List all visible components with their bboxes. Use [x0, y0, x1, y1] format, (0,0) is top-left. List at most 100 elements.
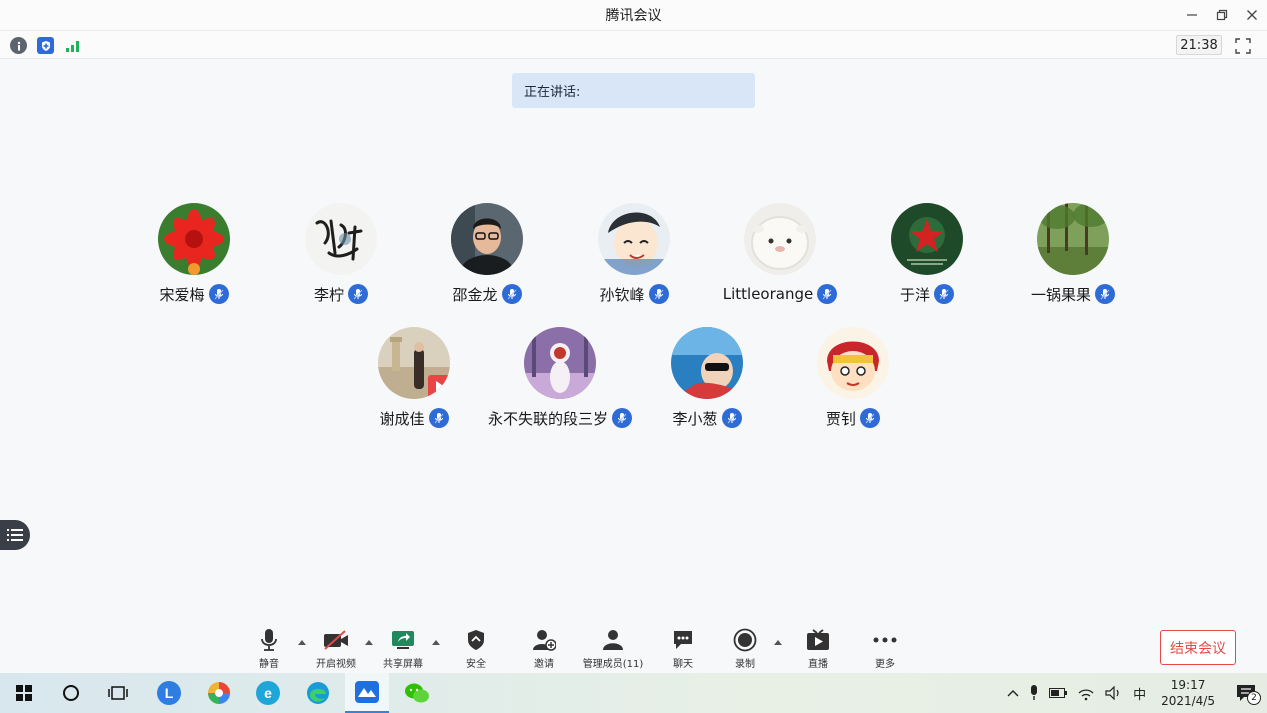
- taskbar-app-edge[interactable]: [296, 673, 340, 713]
- restore-button[interactable]: [1207, 0, 1237, 30]
- notification-center-button[interactable]: 2: [1225, 673, 1267, 713]
- meeting-info-icon[interactable]: [10, 37, 27, 54]
- volume-button[interactable]: [1100, 673, 1128, 713]
- fullscreen-icon: [1235, 38, 1251, 54]
- participant-name: Littleorange: [722, 285, 814, 303]
- participant-tile[interactable]: Littleorange: [705, 203, 855, 305]
- participant-tile[interactable]: 李小葱: [632, 327, 782, 429]
- fullscreen-button[interactable]: [1234, 37, 1252, 55]
- show-hidden-icons-button[interactable]: [1002, 673, 1024, 713]
- avatar: [305, 203, 377, 275]
- microphone-icon: [817, 284, 838, 304]
- microphone-icon: [612, 408, 632, 428]
- shield-icon[interactable]: [37, 37, 54, 54]
- start-video-button[interactable]: 开启视频: [301, 628, 371, 670]
- participant-name: 宋爱梅: [159, 285, 205, 304]
- system-tray: 中 19:17 2021/4/5 2: [1002, 673, 1267, 713]
- participant-tile[interactable]: 谢成佳: [339, 327, 489, 429]
- avatar: [671, 327, 743, 399]
- taskbar-app-lenovo[interactable]: L: [147, 673, 191, 713]
- participant-tile[interactable]: 孙钦峰: [559, 203, 709, 305]
- microphone-icon: [428, 408, 449, 428]
- manage-members-button[interactable]: 管理成员(11): [578, 628, 648, 670]
- microphone-icon: [501, 284, 522, 304]
- participant-name: 永不失联的段三岁: [487, 409, 608, 428]
- share-screen-button[interactable]: 共享屏幕: [368, 628, 438, 670]
- mic-tray-button[interactable]: [1024, 673, 1044, 713]
- mute-button[interactable]: 静音: [234, 628, 304, 670]
- clock-date: 2021/4/5: [1161, 694, 1215, 708]
- live-icon: [805, 628, 831, 652]
- avatar: [1037, 203, 1109, 275]
- title-bar: 腾讯会议: [0, 0, 1267, 30]
- security-button[interactable]: 安全: [441, 628, 511, 670]
- speaking-indicator: 正在讲话:: [512, 73, 755, 108]
- security-label: 安全: [466, 659, 486, 670]
- start-button[interactable]: [2, 673, 46, 713]
- notification-count-badge: 2: [1247, 691, 1261, 705]
- minimize-button[interactable]: [1177, 0, 1207, 30]
- chat-button[interactable]: 聊天: [648, 628, 718, 670]
- members-icon: [600, 628, 626, 652]
- taskbar-app-tencent-meeting[interactable]: [345, 673, 389, 713]
- window-controls: [1177, 0, 1267, 30]
- close-icon: [1247, 10, 1257, 20]
- avatar: [817, 327, 889, 399]
- live-stream-label: 直播: [808, 659, 828, 670]
- edge-browser-icon: [307, 682, 329, 704]
- windows-logo-icon: [16, 685, 32, 701]
- taskbar-app-wechat[interactable]: [395, 673, 439, 713]
- browser-e-icon: e: [256, 681, 280, 705]
- participant-tile[interactable]: 永不失联的段三岁: [485, 327, 635, 429]
- close-button[interactable]: [1237, 0, 1267, 30]
- record-button[interactable]: 录制: [710, 628, 780, 670]
- network-signal-icon[interactable]: [64, 37, 81, 54]
- microphone-icon: [721, 408, 742, 428]
- clock[interactable]: 19:17 2021/4/5: [1151, 677, 1225, 709]
- taskbar-app-photos[interactable]: [197, 673, 241, 713]
- end-meeting-button[interactable]: 结束会议: [1160, 630, 1236, 665]
- participant-tile[interactable]: 贾钊: [778, 327, 928, 429]
- microphone-icon: [256, 628, 282, 652]
- network-button[interactable]: [1072, 673, 1100, 713]
- participant-tile[interactable]: 一锅果果: [998, 203, 1148, 305]
- participant-list-toggle[interactable]: [0, 520, 30, 550]
- avatar: [524, 327, 596, 399]
- avatar: [451, 203, 523, 275]
- invite-button[interactable]: 邀请: [509, 628, 579, 670]
- input-method-button[interactable]: 中: [1128, 673, 1151, 713]
- avatar: [378, 327, 450, 399]
- microphone-icon: [1095, 284, 1115, 304]
- restore-icon: [1216, 9, 1228, 21]
- invite-label: 邀请: [534, 659, 554, 670]
- microphone-icon: [860, 408, 880, 428]
- avatar: [891, 203, 963, 275]
- avatar: [744, 203, 816, 275]
- share-options-caret[interactable]: [431, 638, 441, 646]
- participant-tile[interactable]: 宋爱梅: [119, 203, 269, 305]
- mute-label: 静音: [259, 659, 279, 670]
- avatar: [158, 203, 230, 275]
- search-button[interactable]: [49, 673, 93, 713]
- participant-tile[interactable]: 李柠: [266, 203, 416, 305]
- taskbar: L e 中 19:17 2021/4/5 2: [0, 673, 1267, 713]
- taskbar-app-ie[interactable]: e: [246, 673, 290, 713]
- chevron-up-icon: [1007, 690, 1019, 697]
- participant-tile[interactable]: 邵金龙: [412, 203, 562, 305]
- live-stream-button[interactable]: 直播: [783, 628, 853, 670]
- record-options-caret[interactable]: [773, 638, 783, 646]
- more-button[interactable]: 更多: [850, 628, 920, 670]
- microphone-icon: [934, 284, 954, 304]
- battery-button[interactable]: [1044, 673, 1072, 713]
- participant-tile[interactable]: 于洋: [852, 203, 1002, 305]
- participant-name: 孙钦峰: [599, 285, 645, 304]
- battery-icon: [1049, 688, 1068, 698]
- wechat-icon: [405, 683, 429, 703]
- more-label: 更多: [875, 659, 895, 670]
- participant-name: 李小葱: [672, 409, 718, 428]
- task-view-button[interactable]: [96, 673, 140, 713]
- meeting-toolbar: 静音 开启视频 共享屏幕 安全 邀请 管理成员(11) 聊天 录制 直播 更多 …: [0, 620, 1267, 673]
- shield-icon: [463, 628, 489, 652]
- chat-icon: [670, 628, 696, 652]
- list-icon: [7, 529, 23, 541]
